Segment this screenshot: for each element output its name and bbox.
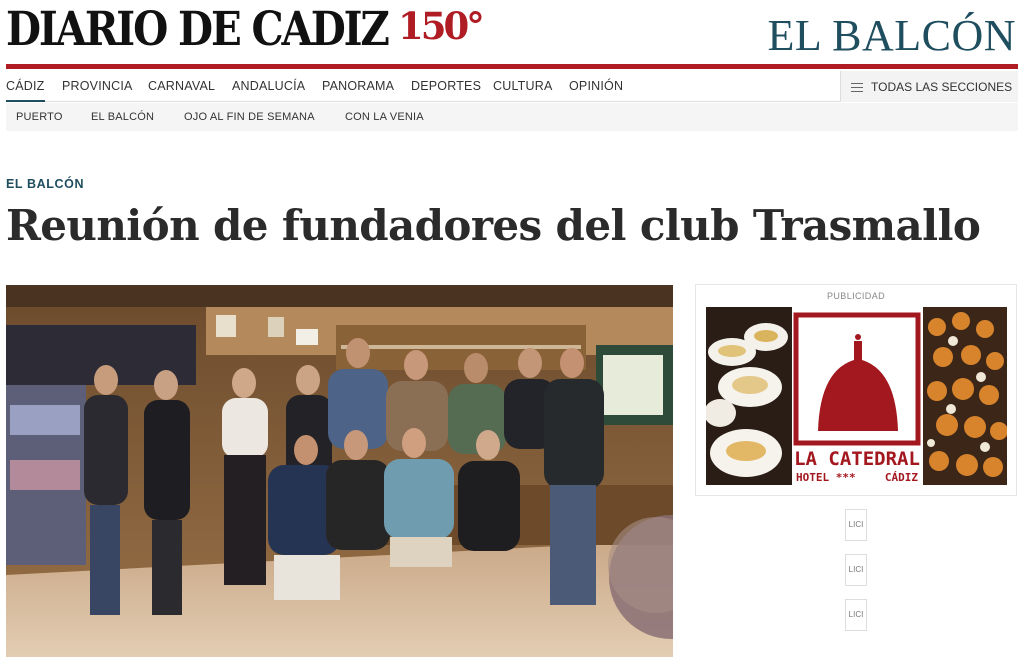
group-photo-image <box>6 285 673 657</box>
nav-item-andalucia[interactable]: ANDALUCÍA <box>232 79 305 93</box>
nav-item-cadiz[interactable]: CÁDIZ <box>6 79 45 102</box>
nav-item-provincia[interactable]: PROVINCIA <box>62 79 133 93</box>
mini-ad-slot[interactable]: LICI <box>845 599 867 631</box>
mini-ad-slot[interactable]: LICI <box>845 509 867 541</box>
ad-logo-hotel: HOTEL *** <box>796 471 856 484</box>
all-sections-button[interactable]: TODAS LAS SECCIONES <box>840 71 1018 102</box>
article-photo[interactable] <box>6 285 673 657</box>
nav-item-cultura[interactable]: CULTURA <box>493 79 553 93</box>
nav-item-panorama[interactable]: PANORAMA <box>322 79 394 93</box>
ad-food-image-left <box>706 307 792 485</box>
article-headline: Reunión de fundadores del club Trasmallo <box>6 201 981 250</box>
all-sections-label: TODAS LAS SECCIONES <box>871 80 1013 94</box>
subnav-item-con-la-venia[interactable]: CON LA VENIA <box>345 111 424 123</box>
secondary-nav: PUERTO EL BALCÓN OJO AL FIN DE SEMANA CO… <box>6 103 1018 131</box>
section-title[interactable]: EL BALCÓN <box>767 10 1016 61</box>
brand-name[interactable]: DIARIO DE CADIZ <box>6 2 390 57</box>
nav-item-carnaval[interactable]: CARNAVAL <box>148 79 215 93</box>
masthead: DIARIO DE CADIZ 150° EL BALCÓN <box>0 0 1022 69</box>
ad-logo: LA CATEDRAL HOTEL *** CÁDIZ <box>792 307 922 485</box>
subnav-item-puerto[interactable]: PUERTO <box>16 111 63 123</box>
subnav-item-ojo-fin-semana[interactable]: OJO AL FIN DE SEMANA <box>184 111 315 123</box>
anniversary-badge: 150° <box>398 4 485 48</box>
masthead-rule <box>6 64 1018 69</box>
ad-logo-city: CÁDIZ <box>885 471 918 484</box>
subnav-item-el-balcon[interactable]: EL BALCÓN <box>91 111 154 123</box>
menu-icon <box>851 83 863 92</box>
ad-food-image-right <box>923 307 1007 485</box>
mini-ad-slot[interactable]: LICI <box>845 554 867 586</box>
advertisement[interactable]: PUBLICIDAD LA CATEDRAL HOTEL *** CÁDIZ <box>695 284 1017 496</box>
primary-nav: CÁDIZ PROVINCIA CARNAVAL ANDALUCÍA PANOR… <box>6 71 1018 102</box>
nav-item-opinion[interactable]: OPINIÓN <box>569 79 623 93</box>
nav-item-deportes[interactable]: DEPORTES <box>411 79 481 93</box>
ad-logo-name: LA CATEDRAL <box>794 448 920 470</box>
brand-logo[interactable]: DIARIO DE CADIZ <box>6 2 450 57</box>
article-kicker[interactable]: EL BALCÓN <box>6 177 84 191</box>
ad-label: PUBLICIDAD <box>826 291 885 301</box>
